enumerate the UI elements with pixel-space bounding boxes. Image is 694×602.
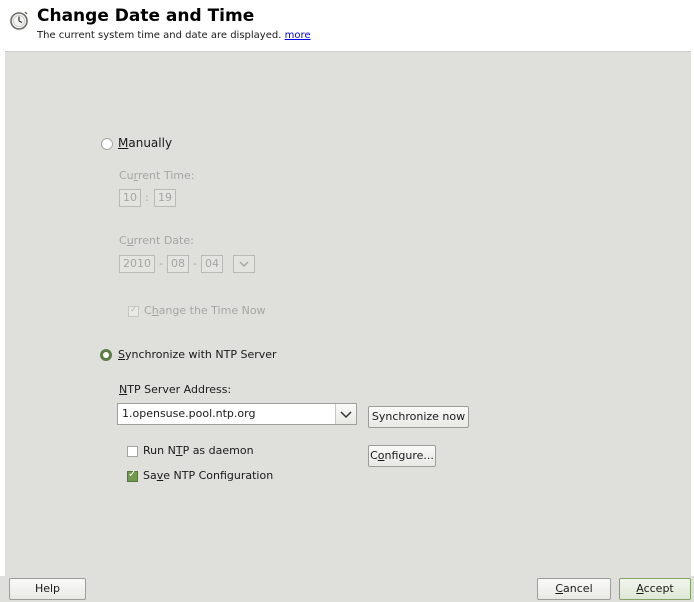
page-subtitle: The current system time and date are dis… — [37, 30, 310, 41]
current-time-label: Current Time: — [119, 169, 194, 182]
accept-button[interactable]: Accept — [619, 578, 691, 600]
ntp-server-combobox[interactable]: 1.opensuse.pool.ntp.org — [117, 403, 357, 425]
ntp-sync-mnemonic: S — [118, 348, 125, 361]
save-ntp-config-label[interactable]: Save NTP Configuration — [143, 469, 273, 482]
more-link[interactable]: more — [285, 30, 311, 41]
accept-mnemonic: A — [636, 582, 644, 595]
run-ntp-daemon-label[interactable]: Run NTP as daemon — [143, 444, 254, 457]
run-ntp-daemon-pre: Run N — [143, 444, 176, 457]
ntp-sync-radio[interactable] — [100, 349, 112, 361]
configure-mnemonic: o — [377, 449, 385, 462]
date-picker-button[interactable] — [233, 255, 255, 273]
month-field[interactable]: 08 — [167, 255, 189, 273]
ntp-sync-label[interactable]: Synchronize with NTP Server — [118, 348, 277, 361]
configure-button[interactable]: Configure... — [368, 445, 436, 467]
time-separator: : — [145, 191, 149, 204]
hour-field[interactable]: 10 — [119, 189, 141, 207]
clock-icon — [10, 11, 28, 30]
minute-field[interactable]: 19 — [154, 189, 176, 207]
date-separator-1: - — [159, 257, 163, 270]
current-date-label-pre: C — [119, 234, 127, 247]
run-ntp-daemon-mnemonic: T — [175, 444, 183, 457]
manually-radio[interactable] — [101, 138, 113, 150]
cancel-post: ancel — [563, 582, 593, 595]
save-ntp-config-pre: Sa — [143, 469, 157, 482]
ntp-address-mnemonic: N — [119, 383, 128, 396]
chevron-down-icon — [340, 411, 352, 419]
help-button[interactable]: Help — [9, 578, 86, 600]
configure-post: nfigure... — [384, 449, 434, 462]
change-time-now-post: ange the Time Now — [158, 304, 266, 317]
change-time-now-mnemonic: h — [151, 304, 159, 317]
current-date-label: Current Date: — [119, 234, 194, 247]
cancel-button[interactable]: Cancel — [537, 578, 611, 600]
manually-label[interactable]: Manually — [118, 136, 172, 150]
configure-pre: C — [370, 449, 378, 462]
save-ntp-config-checkbox[interactable] — [127, 469, 138, 482]
chevron-down-icon — [239, 261, 249, 267]
change-time-now-label: Change the Time Now — [144, 304, 266, 317]
main-panel: Manually Current Time: 10 : 19 Current D… — [5, 51, 691, 576]
save-ntp-config-post: e NTP Configuration — [163, 469, 274, 482]
current-time-label-pre: Cu — [119, 169, 134, 182]
ntp-address-label-rest: TP Server Address: — [127, 383, 232, 396]
ntp-address-label: NTP Server Address: — [119, 383, 231, 396]
subtitle-text: The current system time and date are dis… — [37, 30, 282, 41]
run-ntp-daemon-checkbox[interactable] — [127, 446, 138, 457]
manually-mnemonic: M — [118, 136, 129, 150]
manually-label-rest: anually — [128, 136, 173, 150]
synchronize-now-button[interactable]: Synchronize now — [368, 406, 469, 428]
button-bar: Help Cancel Accept — [0, 576, 694, 602]
change-time-now-pre: C — [144, 304, 152, 317]
current-time-label-post: rent Time: — [138, 169, 195, 182]
year-field[interactable]: 2010 — [119, 255, 155, 273]
date-separator-2: - — [193, 257, 197, 270]
ntp-combo-dropdown-button[interactable] — [335, 404, 356, 424]
accept-post: ccept — [643, 582, 674, 595]
ntp-server-value: 1.opensuse.pool.ntp.org — [122, 407, 256, 420]
change-time-now-checkbox[interactable] — [128, 305, 139, 317]
page-title: Change Date and Time — [37, 6, 255, 26]
current-date-label-post: rrent Date: — [133, 234, 194, 247]
ntp-sync-label-rest: ynchronize with NTP Server — [124, 348, 277, 361]
current-date-label-mnemonic: u — [126, 234, 134, 247]
day-field[interactable]: 04 — [201, 255, 223, 273]
run-ntp-daemon-post: P as daemon — [182, 444, 254, 457]
cancel-mnemonic: C — [555, 582, 564, 595]
dialog-header: Change Date and Time The current system … — [0, 0, 694, 50]
